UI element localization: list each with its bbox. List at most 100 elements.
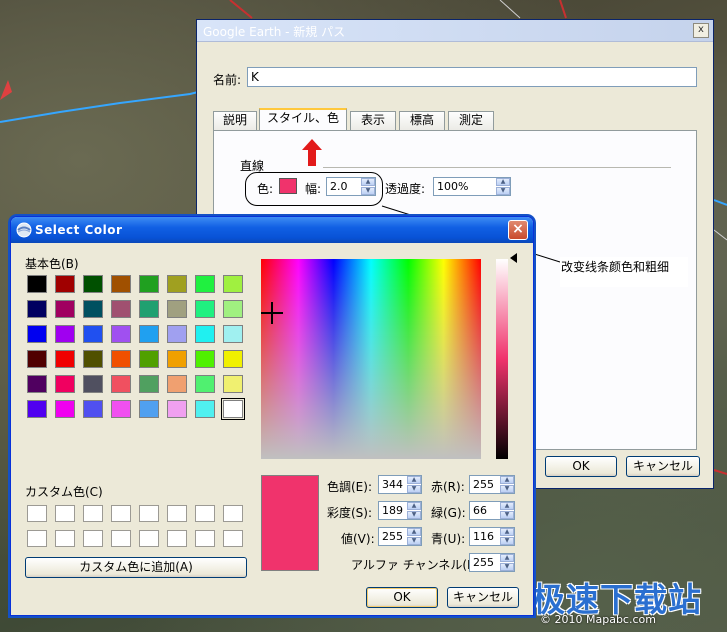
spin-up-icon[interactable]: ▲ — [361, 178, 375, 186]
blue-spinner[interactable]: 116 ▲ ▼ — [469, 527, 515, 546]
basic-color-swatch[interactable] — [139, 400, 159, 418]
basic-color-swatch[interactable] — [139, 300, 159, 318]
spin-down-icon[interactable]: ▼ — [361, 187, 375, 195]
basic-color-swatch[interactable] — [27, 350, 47, 368]
basic-color-swatch[interactable] — [55, 275, 75, 293]
basic-color-swatch[interactable] — [221, 398, 245, 420]
spin-down-icon[interactable]: ▼ — [500, 511, 514, 519]
line-color-swatch[interactable] — [279, 178, 297, 194]
custom-color-swatch[interactable] — [195, 530, 215, 547]
spin-down-icon[interactable]: ▼ — [500, 563, 514, 571]
spin-up-icon[interactable]: ▲ — [500, 528, 514, 536]
tab-altitude[interactable]: 標高 — [399, 111, 445, 130]
slider-pointer-icon[interactable] — [510, 253, 518, 263]
spin-up-icon[interactable]: ▲ — [496, 178, 510, 186]
basic-color-swatch[interactable] — [83, 375, 103, 393]
dialog-titlebar[interactable]: Select Color × — [11, 217, 533, 243]
hue-spinner[interactable]: 344 ▲ ▼ — [378, 475, 422, 494]
basic-color-swatch[interactable] — [167, 375, 187, 393]
basic-color-swatch[interactable] — [27, 325, 47, 343]
basic-color-swatch[interactable] — [139, 375, 159, 393]
spin-down-icon[interactable]: ▼ — [407, 511, 421, 519]
transparency-spinner[interactable]: 100% ▲ ▼ — [433, 177, 511, 196]
basic-color-swatch[interactable] — [223, 375, 243, 393]
basic-color-swatch[interactable] — [111, 350, 131, 368]
close-button[interactable]: x — [693, 23, 709, 38]
spin-up-icon[interactable]: ▲ — [500, 476, 514, 484]
custom-color-swatch[interactable] — [223, 505, 243, 522]
basic-color-swatch[interactable] — [167, 300, 187, 318]
custom-color-swatch[interactable] — [167, 530, 187, 547]
custom-color-swatch[interactable] — [167, 505, 187, 522]
saturation-spinner[interactable]: 189 ▲ ▼ — [378, 501, 422, 520]
cancel-button[interactable]: キャンセル — [626, 456, 700, 477]
spin-down-icon[interactable]: ▼ — [407, 485, 421, 493]
basic-color-swatch[interactable] — [139, 350, 159, 368]
basic-color-swatch[interactable] — [195, 350, 215, 368]
custom-color-swatch[interactable] — [55, 530, 75, 547]
custom-color-swatch[interactable] — [83, 530, 103, 547]
basic-color-swatch[interactable] — [27, 375, 47, 393]
basic-color-swatch[interactable] — [27, 275, 47, 293]
basic-color-swatch[interactable] — [223, 350, 243, 368]
spin-down-icon[interactable]: ▼ — [496, 187, 510, 195]
custom-color-swatch[interactable] — [195, 505, 215, 522]
basic-color-swatch[interactable] — [55, 400, 75, 418]
alpha-spinner[interactable]: 255 ▲ ▼ — [469, 553, 515, 572]
basic-color-swatch[interactable] — [139, 325, 159, 343]
custom-color-swatch[interactable] — [27, 530, 47, 547]
cancel-button[interactable]: キャンセル — [447, 587, 519, 608]
basic-color-swatch[interactable] — [195, 300, 215, 318]
basic-color-swatch[interactable] — [27, 300, 47, 318]
width-spinner[interactable]: 2.0 ▲ ▼ — [326, 177, 376, 196]
basic-color-swatch[interactable] — [55, 350, 75, 368]
basic-color-swatch[interactable] — [111, 275, 131, 293]
basic-color-swatch[interactable] — [111, 300, 131, 318]
ok-button[interactable]: OK — [545, 456, 617, 477]
basic-color-swatch[interactable] — [83, 275, 103, 293]
tab-view[interactable]: 表示 — [350, 111, 396, 130]
custom-color-swatch[interactable] — [223, 530, 243, 547]
basic-color-swatch[interactable] — [55, 375, 75, 393]
add-custom-color-button[interactable]: カスタム色に追加(A) — [25, 557, 247, 578]
green-spinner[interactable]: 66 ▲ ▼ — [469, 501, 515, 520]
basic-color-swatch[interactable] — [139, 275, 159, 293]
basic-color-swatch[interactable] — [223, 300, 243, 318]
basic-color-swatch[interactable] — [167, 400, 187, 418]
dialog-titlebar[interactable]: Google Earth - 新規 パス x — [197, 20, 713, 42]
basic-color-swatch[interactable] — [83, 350, 103, 368]
custom-color-swatch[interactable] — [27, 505, 47, 522]
custom-color-swatch[interactable] — [139, 530, 159, 547]
basic-color-swatch[interactable] — [195, 400, 215, 418]
basic-color-swatch[interactable] — [167, 350, 187, 368]
basic-color-swatch[interactable] — [83, 325, 103, 343]
spin-down-icon[interactable]: ▼ — [407, 537, 421, 545]
spin-up-icon[interactable]: ▲ — [407, 502, 421, 510]
tab-measure[interactable]: 測定 — [448, 111, 494, 130]
custom-color-swatch[interactable] — [83, 505, 103, 522]
basic-color-swatch[interactable] — [83, 300, 103, 318]
value-spinner[interactable]: 255 ▲ ▼ — [378, 527, 422, 546]
basic-color-swatch[interactable] — [223, 275, 243, 293]
ok-button[interactable]: OK — [366, 587, 438, 608]
basic-color-swatch[interactable] — [195, 325, 215, 343]
spin-down-icon[interactable]: ▼ — [500, 485, 514, 493]
basic-color-swatch[interactable] — [111, 400, 131, 418]
basic-color-swatch[interactable] — [111, 325, 131, 343]
basic-color-swatch[interactable] — [27, 400, 47, 418]
custom-color-swatch[interactable] — [111, 505, 131, 522]
basic-color-swatch[interactable] — [223, 325, 243, 343]
basic-color-swatch[interactable] — [83, 400, 103, 418]
tab-style-color[interactable]: スタイル、色 — [259, 108, 347, 131]
spin-up-icon[interactable]: ▲ — [407, 476, 421, 484]
basic-color-swatch[interactable] — [195, 275, 215, 293]
basic-color-swatch[interactable] — [111, 375, 131, 393]
custom-color-swatch[interactable] — [55, 505, 75, 522]
luminance-slider[interactable] — [496, 259, 508, 459]
basic-color-swatch[interactable] — [167, 275, 187, 293]
custom-color-swatch[interactable] — [139, 505, 159, 522]
spin-down-icon[interactable]: ▼ — [500, 537, 514, 545]
spin-up-icon[interactable]: ▲ — [407, 528, 421, 536]
spin-up-icon[interactable]: ▲ — [500, 554, 514, 562]
red-spinner[interactable]: 255 ▲ ▼ — [469, 475, 515, 494]
